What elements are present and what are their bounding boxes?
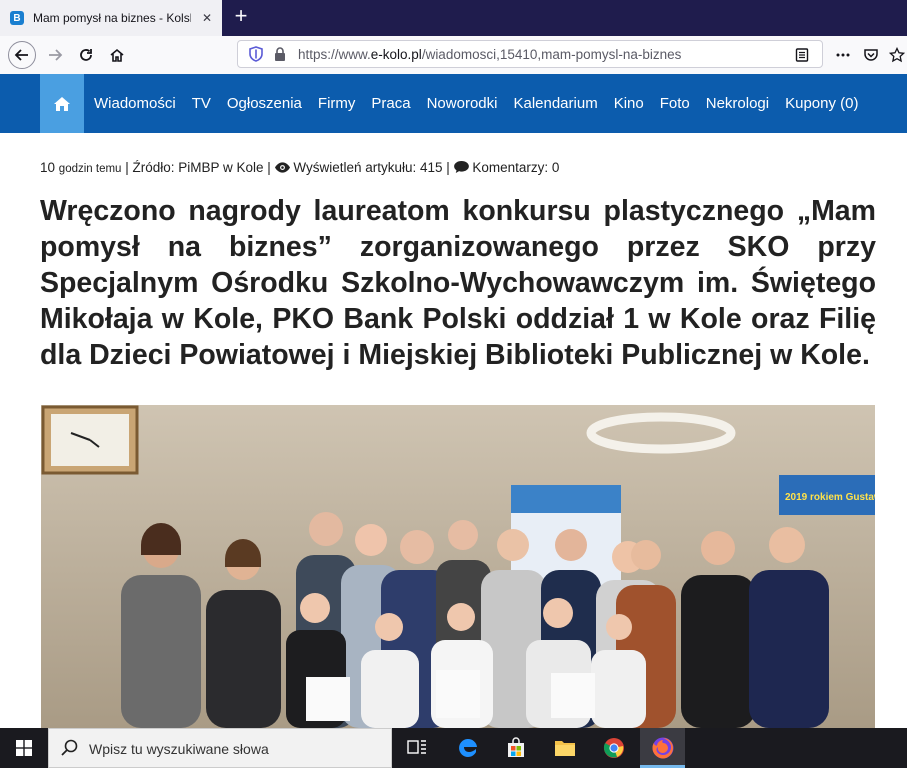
url-prefix: https://www. xyxy=(298,47,371,62)
site-menu-item[interactable]: Wiadomości xyxy=(94,95,176,112)
eye-icon xyxy=(274,162,290,173)
close-tab-icon[interactable]: ✕ xyxy=(202,11,212,25)
site-home-button[interactable] xyxy=(40,74,84,133)
pocket-button[interactable] xyxy=(858,42,884,68)
firefox-icon xyxy=(652,737,674,759)
site-favicon-icon: B xyxy=(10,11,24,25)
site-navigation: Wiadomości TV Ogłoszenia Firmy Praca Noworodk… xyxy=(0,74,907,133)
task-view-icon xyxy=(407,740,426,754)
new-tab-button[interactable]: + xyxy=(230,5,252,28)
store-icon xyxy=(508,737,524,757)
article-title: Wręczono nagrody laureatom konkursu plas… xyxy=(40,195,876,371)
firefox-taskbar-button[interactable] xyxy=(649,734,677,762)
store-taskbar-button[interactable] xyxy=(502,734,530,762)
arrow-right-icon xyxy=(49,49,63,61)
tab-title: Mam pomysł na biznes - Kolskie xyxy=(33,11,191,25)
windows-logo-icon xyxy=(16,740,32,756)
forward-button[interactable] xyxy=(42,42,68,68)
page-actions-button[interactable] xyxy=(830,42,856,68)
start-button[interactable] xyxy=(0,728,48,768)
reload-button[interactable] xyxy=(73,42,99,68)
site-menu-item[interactable]: Nekrologi xyxy=(706,95,769,112)
back-button[interactable] xyxy=(8,41,36,69)
article-meta: 10 godzin temu | Źródło: PiMBP w Kole | … xyxy=(40,160,559,175)
tracking-protection-shield-icon xyxy=(249,46,263,62)
pocket-icon xyxy=(864,49,878,61)
site-menu-item[interactable]: Kupony (0) xyxy=(785,95,858,112)
site-menu-item[interactable]: Foto xyxy=(660,95,690,112)
edge-icon xyxy=(459,739,477,757)
site-menu-item[interactable]: Firmy xyxy=(318,95,356,112)
home-button[interactable] xyxy=(104,42,130,68)
folder-icon xyxy=(555,741,575,756)
task-view-button[interactable] xyxy=(403,734,431,762)
arrow-left-icon xyxy=(14,49,28,61)
chrome-taskbar-button[interactable] xyxy=(600,734,628,762)
chrome-icon xyxy=(603,738,624,758)
url-text: https://www.e-kolo.pl/wiadomosci,15410,m… xyxy=(298,47,681,62)
url-path: /wiadomosci,15410,mam-pomysl-na-biznes xyxy=(421,47,682,62)
navigation-toolbar: https://www.e-kolo.pl/wiadomosci,15410,m… xyxy=(0,36,907,75)
article-photo[interactable]: 2019 rokiem Gustawa xyxy=(41,405,875,728)
lock-icon xyxy=(275,47,285,61)
site-menu-item[interactable]: Ogłoszenia xyxy=(227,95,302,112)
photo-banner-text: 2019 rokiem Gustawa xyxy=(785,492,875,503)
comment-icon xyxy=(453,161,469,173)
reader-view-icon xyxy=(795,48,809,62)
reload-icon xyxy=(80,49,92,61)
tab-strip: B Mam pomysł na biznes - Kolskie ✕ + xyxy=(0,0,907,36)
site-menu-item[interactable]: Praca xyxy=(371,95,410,112)
article-comments: Komentarzy: 0 xyxy=(472,160,560,175)
meta-separator: | xyxy=(446,160,450,175)
search-placeholder: Wpisz tu wyszukiwane słowa xyxy=(89,741,269,757)
more-dots-icon xyxy=(836,53,850,57)
browser-tab[interactable]: B Mam pomysł na biznes - Kolskie ✕ xyxy=(0,0,222,36)
site-menu-item[interactable]: Noworodki xyxy=(427,95,498,112)
article-views: Wyświetleń artykułu: 415 xyxy=(293,160,443,175)
site-menu-item[interactable]: Kino xyxy=(614,95,644,112)
reader-view-button[interactable] xyxy=(789,42,815,68)
article-time-number: 10 xyxy=(40,160,56,175)
site-menu-item[interactable]: TV xyxy=(192,95,211,112)
home-icon xyxy=(110,48,124,62)
url-domain: e-kolo.pl xyxy=(370,47,422,62)
article-time-text: godzin temu xyxy=(58,163,122,175)
file-explorer-taskbar-button[interactable] xyxy=(551,734,579,762)
windows-taskbar: Wpisz tu wyszukiwane słowa xyxy=(0,728,907,768)
star-icon xyxy=(889,47,905,63)
site-menu: Wiadomości TV Ogłoszenia Firmy Praca Noworodk… xyxy=(94,74,874,133)
edge-taskbar-button[interactable] xyxy=(454,734,482,762)
taskbar-search-box[interactable]: Wpisz tu wyszukiwane słowa xyxy=(48,728,392,768)
site-menu-item[interactable]: Kalendarium xyxy=(513,95,597,112)
article-source: | Źródło: PiMBP w Kole | xyxy=(125,160,271,175)
address-bar[interactable]: https://www.e-kolo.pl/wiadomosci,15410,m… xyxy=(237,40,823,68)
bookmark-star-button[interactable] xyxy=(884,42,907,68)
home-icon xyxy=(54,96,70,111)
search-icon xyxy=(61,739,78,756)
